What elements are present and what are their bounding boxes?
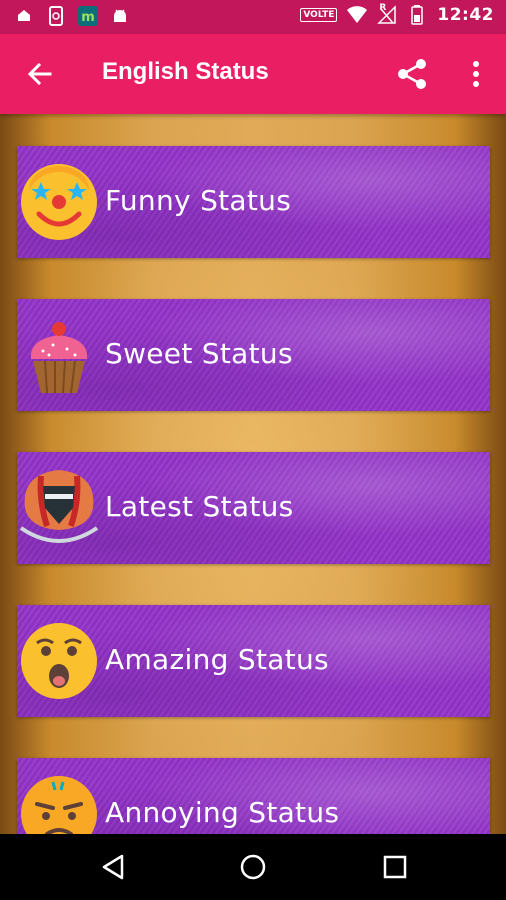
category-card-amazing[interactable]: Amazing Status	[17, 605, 490, 717]
category-card-sweet[interactable]: Sweet Status	[17, 299, 490, 411]
nav-recents-square-icon[interactable]	[380, 852, 410, 882]
category-label: Annoying Status	[105, 796, 340, 829]
svg-text:m: m	[81, 10, 95, 25]
status-bar-right-icons: VOLTE R 12:42	[300, 3, 494, 25]
android-icon	[110, 6, 130, 26]
category-card-funny[interactable]: Funny Status	[17, 146, 490, 258]
annoyed-face-icon	[19, 774, 99, 834]
volte-badge: VOLTE	[300, 8, 338, 22]
arrow-back-icon[interactable]	[24, 58, 56, 90]
surprised-face-icon	[19, 621, 99, 701]
battery-icon	[407, 5, 427, 25]
phone-sync-icon	[46, 6, 66, 26]
system-nav-bar	[0, 834, 506, 900]
app-toolbar: English Status	[0, 34, 506, 114]
category-label: Latest Status	[105, 490, 294, 523]
app-m-icon: m	[78, 6, 98, 26]
page-title: English Status	[102, 58, 269, 85]
nav-home-circle-icon[interactable]	[238, 852, 268, 882]
category-list: Funny Status Sweet Status Latest Status …	[0, 114, 506, 834]
more-vert-icon[interactable]	[462, 58, 490, 90]
category-card-latest[interactable]: Latest Status	[17, 452, 490, 564]
category-label: Sweet Status	[105, 337, 293, 370]
signal-icon: R	[377, 3, 397, 25]
category-label: Amazing Status	[105, 643, 329, 676]
share-icon[interactable]	[394, 56, 430, 92]
roaming-indicator: R	[379, 3, 387, 13]
clown-face-icon	[19, 162, 99, 242]
status-bar: m VOLTE R 12:42	[0, 0, 506, 34]
cupcake-icon	[19, 315, 99, 395]
wifi-icon	[347, 5, 368, 25]
category-card-annoying[interactable]: Annoying Status	[17, 758, 490, 834]
status-bar-left-icons: m	[14, 6, 130, 26]
hot-air-balloon-icon	[19, 468, 99, 548]
clock-time: 12:42	[437, 5, 494, 25]
category-label: Funny Status	[105, 184, 292, 217]
notification-bell-icon	[14, 6, 34, 26]
nav-back-triangle-icon[interactable]	[98, 852, 128, 882]
